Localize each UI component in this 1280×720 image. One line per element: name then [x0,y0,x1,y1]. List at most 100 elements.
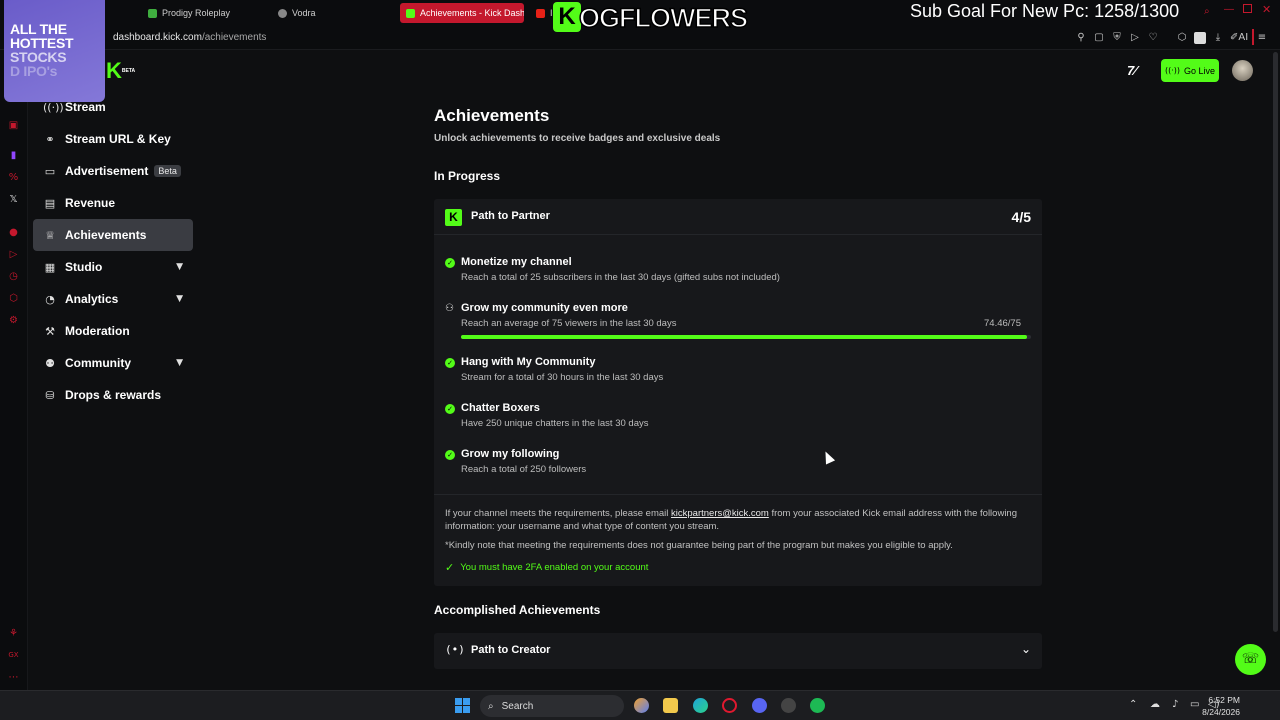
stocks-line: HOTTEST [10,35,74,51]
extension-avatar-icon[interactable] [1194,32,1206,44]
discord-icon[interactable] [752,698,767,713]
minimize-icon[interactable]: — [1224,4,1234,15]
sidebar-item-studio[interactable]: ▦ Studio ▼ [33,251,193,283]
shield-icon[interactable]: ⛨ [1111,32,1123,44]
network-icon[interactable]: ▭ [1190,699,1199,710]
requirement-desc: Reach a total of 25 subscribers in the l… [461,272,780,283]
sidebar-item-label: Stream [65,100,106,114]
kick-logo[interactable]: KBETA [106,60,135,82]
snapshot-icon[interactable]: ▢ [1093,32,1105,44]
sidebar-item-moderation[interactable]: ⚒ Moderation [33,315,193,347]
card-title: Path to Creator [471,644,551,656]
close-icon[interactable]: ✕ [1262,3,1271,16]
revenue-icon: ▤ [44,196,56,210]
stream-icon: ((·)) [43,100,64,114]
page-subtitle: Unlock achievements to receive badges an… [434,133,721,144]
music-icon[interactable]: ● [8,227,19,238]
pin-icon[interactable]: ⚲ [1075,32,1087,44]
sidebar-item-community[interactable]: ⚉ Community ▼ [33,347,193,379]
requirement-title: Grow my community even more [461,302,628,314]
requirement-desc: Stream for a total of 30 hours in the la… [461,372,664,383]
partner-email-link[interactable]: kickpartners@kick.com [671,508,769,519]
tab-achievements-kick[interactable]: Achievements - Kick Dashb [400,3,524,23]
in-progress-heading: In Progress [434,169,501,183]
chevron-down-icon: ▼ [176,294,183,304]
gx-icon[interactable]: GX [8,650,19,661]
sidebar-item-label: Achievements [65,228,147,242]
chevron-down-icon[interactable]: ⌄ [1021,642,1031,656]
avatar[interactable] [1232,60,1253,81]
menu-icon[interactable]: ≡ [1256,32,1268,44]
search-tabs-icon[interactable]: ⌕ [1204,6,1210,17]
sidebar-item-advertisement[interactable]: ▭ Advertisement Beta [33,155,193,187]
twitch-icon[interactable]: ▮ [8,150,19,161]
sidebar-item-drops-rewards[interactable]: ⛁ Drops & rewards [33,379,193,411]
x-icon[interactable]: 𝕏 [8,194,19,205]
ad-icon: ▭ [44,164,56,178]
history-icon[interactable]: ◷ [8,271,19,282]
studio-icon: ▦ [44,260,56,274]
player-icon[interactable]: ▷ [1129,32,1141,44]
extensions-icon[interactable]: ⬡ [1176,32,1188,44]
tab-youtube[interactable]: In [530,3,554,23]
app-icon[interactable] [781,698,796,713]
vodra-favicon-icon [278,8,287,18]
studio-logo-icon[interactable]: 7⁄ [1127,63,1136,78]
go-live-button[interactable]: ((·)) Go Live [1161,59,1219,82]
flow-icon[interactable]: ⚘ [8,628,19,639]
edge-icon[interactable] [693,698,708,713]
scrollbar[interactable] [1273,52,1278,632]
opera-gx-icon[interactable] [722,698,737,713]
broadcast-icon: ((·)) [1164,66,1180,75]
link-icon: ⚭ [45,132,55,146]
sidebar-item-label: Moderation [65,324,130,338]
crypto-icon[interactable]: ⬡ [8,293,19,304]
windows-start-icon[interactable] [455,698,470,713]
cloud-icon[interactable]: ☁ [1150,699,1160,710]
heart-icon[interactable]: ♡ [1147,32,1159,44]
logo-beta: BETA [121,68,136,74]
stocks-line: STOCKS [10,49,67,65]
sidebar-item-label: Studio [65,260,103,274]
sidebar-item-revenue[interactable]: ▤ Revenue [33,187,193,219]
requirement-title: Monetize my channel [461,256,572,268]
sidebar-item-label: Community [65,356,131,370]
play-icon[interactable]: ▷ [8,249,19,260]
tab-label: Vodra [292,8,316,18]
browser-side-strip: ▣ ▮ % 𝕏 ● ▷ ◷ ⬡ ⚙ ⚘ GX ⋯ [0,50,28,690]
support-chat-button[interactable]: ☏ [1235,644,1266,675]
more-icon[interactable]: ⋯ [8,672,19,683]
sidebar-item-analytics[interactable]: ◔ Analytics ▼ [33,283,193,315]
file-explorer-icon[interactable] [663,698,678,713]
ai-icon[interactable]: ✐AI [1230,32,1248,44]
progress-bar [461,335,1031,339]
opera-icon[interactable]: ▣ [8,120,19,131]
url-path: /achievements [201,32,267,43]
ogflowers-k: K [553,2,581,32]
download-icon[interactable]: ⤓ [1212,32,1224,44]
system-clock[interactable]: 6:52 PM 8/24/2026 [1202,694,1240,718]
microphone-icon[interactable]: ♪ [1172,699,1178,710]
spotify-icon[interactable] [810,698,825,713]
taskbar-search[interactable]: ⌕ Search [480,695,624,717]
chevron-up-icon[interactable]: ⌃ [1129,699,1137,710]
settings-icon[interactable]: ⚙ [8,315,19,326]
percent-icon[interactable]: % [8,172,19,183]
sidebar-item-achievements[interactable]: ♕ Achievements [33,219,193,251]
path-to-creator-card[interactable]: (•) Path to Creator ⌄ [434,633,1042,669]
maximize-icon[interactable] [1243,4,1252,13]
search-icon: ⌕ [488,700,494,712]
sub-goal-overlay: Sub Goal For New Pc: 1258/1300 [910,1,1180,21]
twofa-label: You must have 2FA enabled on your accoun… [460,562,649,573]
url-field[interactable]: dashboard.kick.com/achievements [113,32,266,43]
broadcast-icon: (•) [445,643,465,656]
copilot-icon[interactable] [634,698,649,713]
tab-prodigy-roleplay[interactable]: Prodigy Roleplay [142,3,264,23]
tab-vodra[interactable]: Vodra [272,3,392,23]
community-icon: ⚉ [45,356,55,370]
sidebar-item-stream-url-key[interactable]: ⚭ Stream URL & Key [33,123,193,155]
drops-icon: ⛁ [45,388,55,402]
requirement-desc: Reach an average of 75 viewers in the la… [461,318,677,329]
requirement-title: Chatter Boxers [461,402,540,414]
chevron-down-icon: ▼ [176,358,183,368]
